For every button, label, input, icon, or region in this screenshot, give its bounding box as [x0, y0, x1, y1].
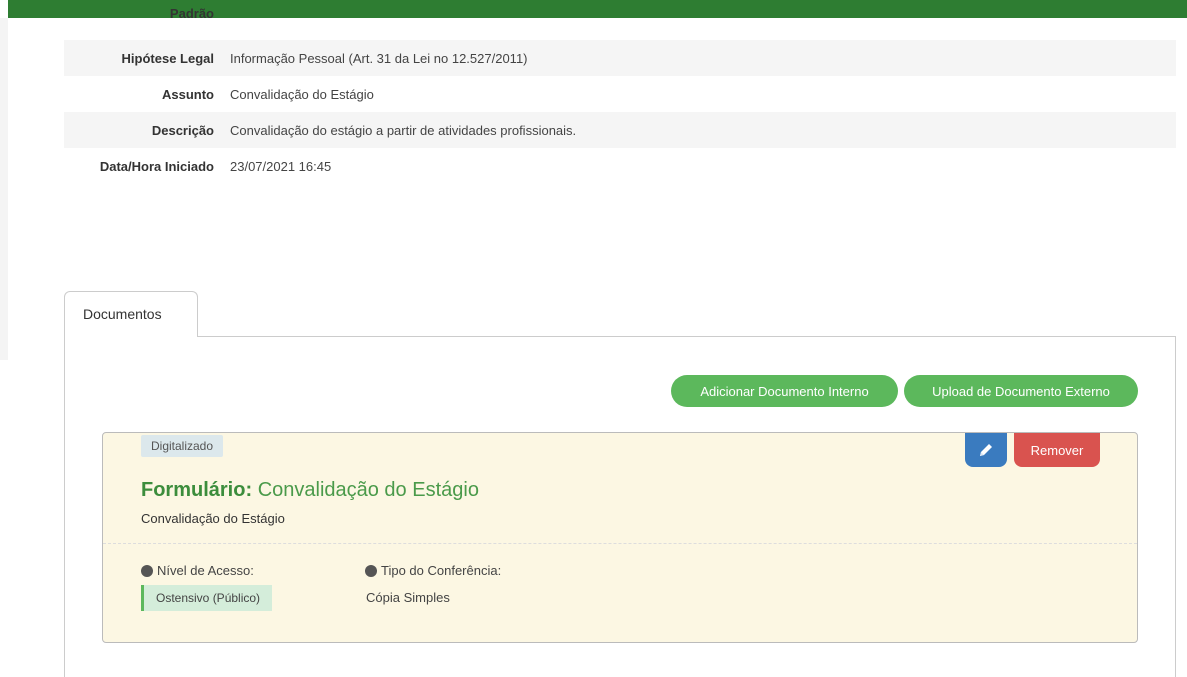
- detail-value: Convalidação do Estágio: [230, 86, 374, 102]
- detail-row-descricao: Descrição Convalidação do estágio a part…: [64, 112, 1176, 148]
- detail-label: Data/Hora Iniciado: [99, 158, 214, 174]
- detail-row-padrao: Padrão: [64, 4, 1176, 34]
- add-internal-document-button[interactable]: Adicionar Documento Interno: [671, 375, 898, 407]
- status-badge: Digitalizado: [141, 435, 224, 457]
- conference-type-text: Tipo do Conferência:: [381, 563, 502, 578]
- detail-row-hipotese: Hipótese Legal Informação Pessoal (Art. …: [64, 40, 1176, 76]
- detail-label: Descrição: [151, 122, 214, 138]
- access-level-text: Nível de Acesso:: [157, 563, 254, 578]
- edit-button[interactable]: [965, 433, 1007, 467]
- bullet-icon: [141, 564, 153, 577]
- document-title-prefix: Formulário:: [141, 479, 253, 501]
- document-card: Digitalizado Remover Formulário: Convali…: [102, 432, 1138, 643]
- detail-label: Padrão: [169, 5, 214, 21]
- upload-external-document-button[interactable]: Upload de Documento Externo: [904, 375, 1138, 407]
- document-title[interactable]: Formulário: Convalidação do Estágio: [141, 479, 479, 502]
- document-title-name: Convalidação do Estágio: [257, 479, 479, 501]
- detail-row-data: Data/Hora Iniciado 23/07/2021 16:45: [0, 148, 1176, 184]
- bullet-icon: [365, 564, 377, 577]
- access-level-label: Nível de Acesso:: [141, 563, 254, 578]
- conference-type-value: Cópia Simples: [366, 590, 450, 605]
- detail-row-assunto: Assunto Convalidação do Estágio: [64, 76, 1176, 112]
- pencil-icon: [980, 444, 992, 456]
- detail-value: 23/07/2021 16:45: [230, 158, 332, 174]
- remove-button[interactable]: Remover: [1014, 433, 1100, 467]
- detail-value: Convalidação do estágio a partir de ativ…: [230, 122, 577, 138]
- left-strip: [0, 18, 8, 360]
- document-subtitle: Convalidação do Estágio: [141, 511, 285, 526]
- detail-label: Assunto: [162, 86, 214, 102]
- detail-label: Hipótese Legal: [121, 50, 214, 66]
- tab-documentos[interactable]: Documentos: [64, 291, 198, 337]
- card-divider: [103, 543, 1137, 544]
- access-level-value: Ostensivo (Público): [141, 585, 273, 611]
- detail-value: Informação Pessoal (Art. 31 da Lei no 12…: [230, 50, 528, 66]
- conference-type-label: Tipo do Conferência:: [365, 563, 501, 578]
